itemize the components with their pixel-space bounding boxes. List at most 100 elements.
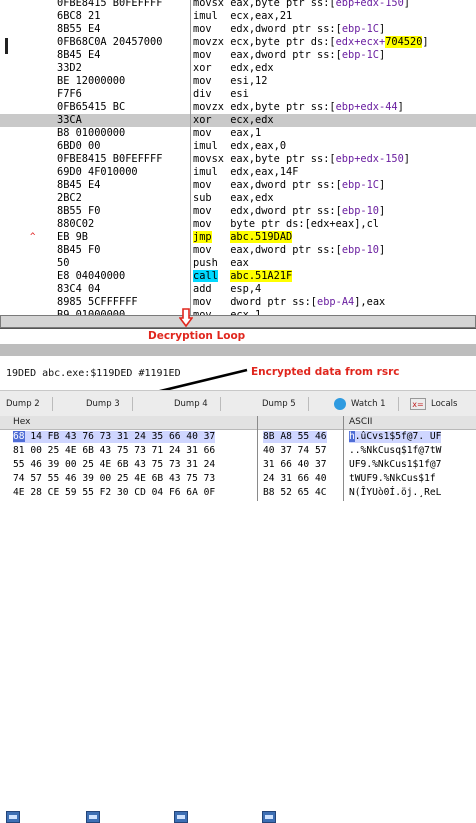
operand: eax,dword ptr ss:[ [230,179,342,191]
tab-dump-4[interactable]: Dump 4 [174,395,221,823]
ascii-text: N(ÎYUò0Í.öj.¸ReL [349,487,442,498]
disasm-row[interactable]: 0FBE8415 B0FEFFFF movsx eax,byte ptr ss:[… [0,0,476,10]
operand: ] [379,179,386,191]
instruction-text: imul edx,eax,14F [193,166,298,179]
operand: ebp-10 [341,205,380,217]
tab-locals[interactable]: x= Locals [410,395,457,413]
dump-row[interactable]: 81 00 25 4E 6B 43 75 73 71 24 31 66 40 37… [0,445,476,457]
operand: edx,dword ptr ss:[ [230,23,342,35]
locals-icon: x= [410,397,426,410]
operand: ] [403,153,410,165]
disasm-row[interactable]: BE 12000000 mov esi,12 [0,75,476,88]
disasm-row[interactable]: 0FB65415 BC movzx edx,byte ptr ss:[ebp+ed… [0,101,476,114]
tab-watch-1[interactable]: Watch 1 [334,395,399,413]
disasm-row[interactable]: 8B45 E4 mov eax,dword ptr ss:[ebp-1C] [0,49,476,62]
operand: 704520 [385,36,423,48]
dump-row[interactable]: 4E 28 CE 59 55 F2 30 CD 04 F6 6A 0F B8 52… [0,487,476,499]
hex-dump-pane[interactable]: Hex ASCII 68 14 FB 43 76 73 31 24 35 66 … [0,416,476,501]
mnemonic: movzx [193,36,224,48]
instruction-bytes: F7F6 [57,88,82,100]
instruction-text: imul edx,eax,0 [193,140,286,153]
dump-icon [86,811,100,823]
disasm-row[interactable]: 8B55 E4 mov edx,dword ptr ss:[ebp-1C] [0,23,476,36]
disasm-row[interactable]: 8B45 E4 mov eax,dword ptr ss:[ebp-1C] [0,179,476,192]
operand: ] [379,205,386,217]
mnemonic: imul [193,140,218,152]
dump-icon [174,811,188,823]
operand: eax [230,257,249,269]
selected-char: h [349,431,355,442]
operand: ] [397,101,404,113]
jump-arrow-icon: ^ [30,232,36,242]
dump-divider [343,416,344,501]
instruction-bytes: 8B45 E4 [57,179,101,191]
mnemonic: movzx [193,101,224,113]
operand: ebp-1C [341,23,380,35]
disasm-row[interactable]: F7F6 div esi [0,88,476,101]
instruction-text: movzx edx,byte ptr ss:[ebp+edx-44] [193,101,404,114]
instruction-text: mov dword ptr ss:[ebp-A4],eax [193,296,385,309]
mnemonic: imul [193,10,218,22]
pane-splitter[interactable] [0,315,476,328]
tab-dump-5[interactable]: Dump 5 [262,395,309,823]
disasm-row[interactable]: 0FB68C0A 20457000 movzx ecx,byte ptr ds:[… [0,36,476,49]
instruction-bytes: 8B55 F0 [57,205,101,217]
dump-row[interactable]: 68 14 FB 43 76 73 31 24 35 66 40 37 8B A8… [0,431,476,443]
tab-dump-3[interactable]: Dump 3 [86,395,133,823]
mnemonic: imul [193,166,218,178]
disasm-row[interactable]: 8985 5CFFFFFF mov dword ptr ss:[ebp-A4],e… [0,296,476,309]
tab-label: Watch 1 [351,399,386,409]
mnemonic: xor [193,62,212,74]
hex-bytes: 8B A8 55 46 [263,431,327,443]
disasm-row[interactable]: E8 04040000 call abc.51A21F [0,270,476,283]
operand: ebp-A4 [317,296,355,308]
mnemonic: push [193,257,218,269]
operand: ] [379,49,386,61]
disasm-row[interactable]: 33D2 xor edx,edx [0,62,476,75]
tab-label: Dump 5 [262,399,296,409]
mnemonic: mov [193,179,212,191]
disasm-row[interactable]: 880C02 mov byte ptr ds:[edx+eax],cl [0,218,476,231]
instruction-text: movsx eax,byte ptr ss:[ebp+edx-150] [193,153,410,166]
address-info: 19DED abc.exe:$119DED #1191ED [6,368,181,379]
operand: esi,12 [230,75,268,87]
disasm-row[interactable]: 2BC2 sub eax,edx [0,192,476,205]
hex-byte: 81 [13,445,25,456]
dump-header: Hex ASCII [0,416,476,430]
mnemonic: mov [193,127,212,139]
instruction-text: sub eax,edx [193,192,274,205]
disasm-row[interactable]: 50 push eax [0,257,476,270]
disasm-row[interactable]: B8 01000000 mov eax,1 [0,127,476,140]
tab-dump-2[interactable]: Dump 2 [6,395,53,823]
hex-bytes: 55 46 39 00 25 4E 6B 43 75 73 31 24 [13,459,216,470]
disasm-row[interactable]: 6BC8 21 imul ecx,eax,21 [0,10,476,23]
instruction-bytes: EB 9B [57,231,88,243]
dump-row[interactable]: 74 57 55 46 39 00 25 4E 6B 43 75 73 24 31… [0,473,476,485]
ascii-text: UF9.%NkCus1$1f@7 [349,459,442,470]
instruction-bytes: BE 12000000 [57,75,126,87]
operand: ] [403,0,410,9]
mnemonic: mov [193,23,212,35]
disasm-row[interactable]: 8B55 F0 mov edx,dword ptr ss:[ebp-10] [0,205,476,218]
mnemonic: jmp [193,231,212,243]
ascii-text: tWUF9.%NkCus$1f [349,473,436,484]
disasm-row[interactable]: 69D0 4F010000 imul edx,eax,14F [0,166,476,179]
disasm-row[interactable]: 33CA xor ecx,edx [0,114,476,127]
operand: ebp-1C [341,49,380,61]
disasm-row[interactable]: 6BD0 00 imul edx,eax,0 [0,140,476,153]
hex-bytes: 31 66 40 37 [263,459,327,470]
tab-label: Dump 3 [86,399,120,409]
instruction-bytes: E8 04040000 [57,270,126,282]
divider [0,328,476,329]
operand: ecx,edx [230,114,274,126]
disasm-row[interactable]: ^ EB 9B jmp abc.519DAD [0,231,476,244]
disasm-row[interactable]: 8B45 F0 mov eax,dword ptr ss:[ebp-10] [0,244,476,257]
operand: dword ptr ss:[ [230,296,318,308]
watch-icon [334,397,346,410]
disasm-row[interactable]: 83C4 04 add esp,4 [0,283,476,296]
operand: ] [379,23,386,35]
disasm-row[interactable]: 0FBE8415 B0FEFFFF movsx eax,byte ptr ss:[… [0,153,476,166]
dump-row[interactable]: 55 46 39 00 25 4E 6B 43 75 73 31 24 31 66… [0,459,476,471]
operand: ebp+edx-150 [335,0,404,9]
disassembly-pane[interactable]: 0FBE8415 B0FEFFFF movsx eax,byte ptr ss:[… [0,0,476,315]
